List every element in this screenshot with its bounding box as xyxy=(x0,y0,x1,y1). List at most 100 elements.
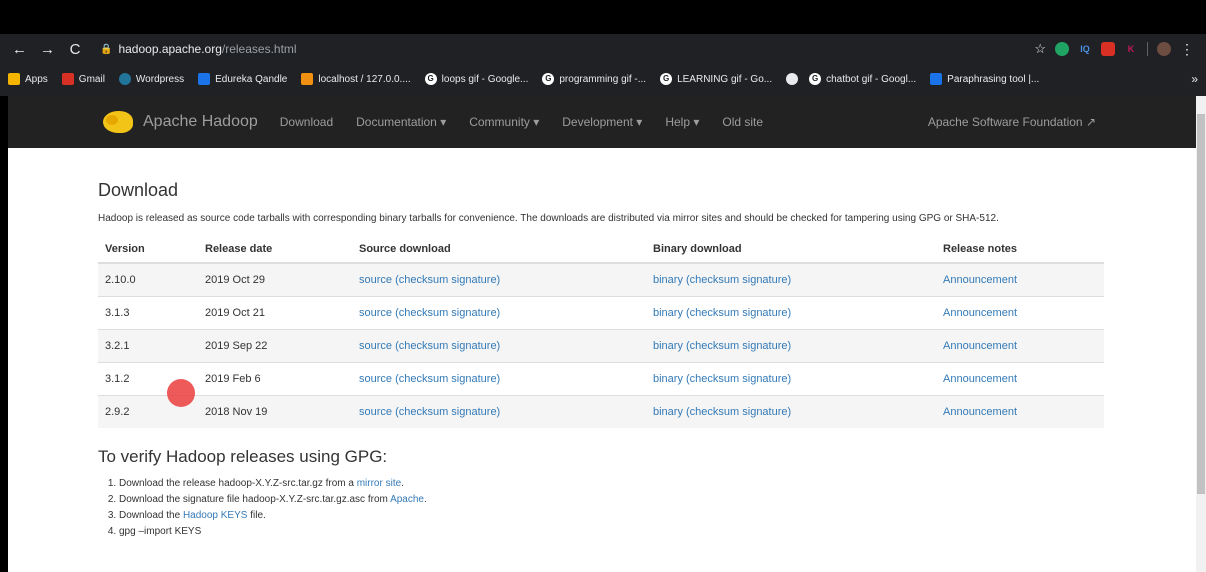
cell-source: source (checksum signature) xyxy=(352,394,646,428)
hadoop-elephant-icon xyxy=(103,111,133,133)
bookmark-programming-gif[interactable]: Gprogramming gif -... xyxy=(542,73,646,85)
step-text: Download the xyxy=(119,510,183,521)
bookmark-label: LEARNING gif - Go... xyxy=(677,73,773,85)
bookmark-wordpress[interactable]: Wordpress xyxy=(118,73,185,85)
star-icon[interactable]: ☆ xyxy=(1034,41,1046,57)
extension-k-icon[interactable]: K xyxy=(1124,42,1138,56)
brand-name: Apache Hadoop xyxy=(143,113,258,130)
back-arrow-icon[interactable]: ← xyxy=(12,41,27,58)
verify-heading: To verify Hadoop releases using GPG: xyxy=(98,447,388,466)
col-release-date: Release date xyxy=(198,235,352,264)
site-logo[interactable]: Apache Hadoop xyxy=(103,111,258,133)
extension-green-icon[interactable] xyxy=(1055,42,1069,56)
cell-notes: Announcement xyxy=(936,262,1104,296)
binary-link[interactable]: binary (checksum signature) xyxy=(653,307,791,319)
announcement-link[interactable]: Announcement xyxy=(943,373,1017,385)
cell-notes: Announcement xyxy=(936,295,1104,329)
cell-binary: binary (checksum signature) xyxy=(646,262,936,296)
source-link[interactable]: source (checksum signature) xyxy=(359,373,500,385)
apache-link[interactable]: Apache xyxy=(390,494,424,505)
cell-version: 3.2.1 xyxy=(98,328,198,362)
source-link[interactable]: source (checksum signature) xyxy=(359,307,500,319)
google-icon: G xyxy=(660,73,673,85)
list-item: Download the signature file hadoop-X.Y.Z… xyxy=(119,492,1114,508)
source-link[interactable]: source (checksum signature) xyxy=(359,274,500,286)
wordpress-icon xyxy=(118,73,131,85)
binary-link[interactable]: binary (checksum signature) xyxy=(653,274,791,286)
list-item: Download the release hadoop-X.Y.Z-src.ta… xyxy=(119,476,1114,492)
table-row: 3.2.1 2019 Sep 22 source (checksum signa… xyxy=(98,328,1104,362)
bookmarks-bar: Apps Gmail Wordpress Edureka Qandle loca… xyxy=(0,64,1206,94)
verify-steps: Download the release hadoop-X.Y.Z-src.ta… xyxy=(119,476,1114,540)
lock-icon: 🔒 xyxy=(100,43,113,55)
cell-date: 2018 Nov 19 xyxy=(198,394,352,428)
nav-download[interactable]: Download xyxy=(280,115,333,129)
col-binary: Binary download xyxy=(646,235,936,264)
step-text: file. xyxy=(247,510,266,521)
external-link-icon: ↗ xyxy=(1085,115,1096,129)
nav-development[interactable]: Development ▾ xyxy=(562,115,642,129)
bookmark-label: Apps xyxy=(25,73,48,85)
cell-binary: binary (checksum signature) xyxy=(646,361,936,395)
cell-source: source (checksum signature) xyxy=(352,328,646,362)
forward-arrow-icon[interactable]: → xyxy=(40,41,55,58)
announcement-link[interactable]: Announcement xyxy=(943,340,1017,352)
qandle-icon xyxy=(198,73,211,85)
source-link[interactable]: source (checksum signature) xyxy=(359,406,500,418)
table-row: 3.1.3 2019 Oct 21 source (checksum signa… xyxy=(98,295,1104,329)
menu-kebab-icon[interactable]: ⋮ xyxy=(1180,41,1194,58)
page-scrollbar[interactable] xyxy=(1196,96,1206,572)
bookmark-gmail[interactable]: Gmail xyxy=(61,73,105,85)
bookmark-label: Edureka Qandle xyxy=(215,73,288,85)
profile-avatar[interactable] xyxy=(1157,42,1171,56)
binary-link[interactable]: binary (checksum signature) xyxy=(653,340,791,352)
cursor-highlight xyxy=(167,379,195,407)
binary-link[interactable]: binary (checksum signature) xyxy=(653,406,791,418)
bookmark-label: localhost / 127.0.0.... xyxy=(318,73,411,85)
extension-iq-icon[interactable]: IQ xyxy=(1078,42,1092,56)
source-link[interactable]: source (checksum signature) xyxy=(359,340,500,352)
cell-notes: Announcement xyxy=(936,361,1104,395)
nav-documentation[interactable]: Documentation ▾ xyxy=(356,115,446,129)
extension-red-icon[interactable] xyxy=(1101,42,1115,56)
bookmark-learning-gif[interactable]: G LEARNING gif - Go... xyxy=(660,73,772,85)
url-path: /releases.html xyxy=(221,42,297,56)
reload-icon[interactable]: C xyxy=(68,41,82,58)
bookmark-loops-gif[interactable]: Gloops gif - Google... xyxy=(424,73,529,85)
bookmark-paraphrasing[interactable]: Paraphrasing tool |... xyxy=(930,73,1039,85)
bookmark-label: loops gif - Google... xyxy=(441,73,529,85)
cell-version: 2.10.0 xyxy=(98,262,198,296)
intro-text: Hadoop is released as source code tarbal… xyxy=(98,213,999,224)
google-icon: G xyxy=(809,73,822,85)
hadoop-keys-link[interactable]: Hadoop KEYS xyxy=(183,510,248,521)
bookmark-chatbot-gif[interactable]: Gchatbot gif - Googl... xyxy=(809,73,916,85)
scrollbar-thumb[interactable] xyxy=(1197,114,1205,494)
google-icon: G xyxy=(424,73,437,85)
toolbar-divider xyxy=(1147,42,1148,56)
mirror-site-link[interactable]: mirror site xyxy=(357,478,401,489)
bookmark-label: chatbot gif - Googl... xyxy=(826,73,917,85)
address-bar[interactable]: 🔒 hadoop.apache.org/releases.html xyxy=(100,42,297,56)
announcement-link[interactable]: Announcement xyxy=(943,406,1017,418)
cell-date: 2019 Oct 21 xyxy=(198,295,352,329)
bookmark-localhost[interactable]: localhost / 127.0.0.... xyxy=(301,73,411,85)
nav-community[interactable]: Community ▾ xyxy=(469,115,539,129)
bookmark-apps[interactable]: Apps xyxy=(8,73,48,85)
more-bookmarks-icon[interactable]: » xyxy=(1191,72,1198,86)
bookmark-label: Wordpress xyxy=(135,73,185,85)
address-row: ← → C 🔒 hadoop.apache.org/releases.html … xyxy=(0,34,1206,64)
nav-help[interactable]: Help ▾ xyxy=(665,115,699,129)
bookmark-edureka[interactable]: Edureka Qandle xyxy=(198,73,287,85)
col-source: Source download xyxy=(352,235,646,264)
asf-label: Apache Software Foundation xyxy=(927,115,1083,129)
nav-old-site[interactable]: Old site xyxy=(722,115,763,129)
announcement-link[interactable]: Announcement xyxy=(943,274,1017,286)
binary-link[interactable]: binary (checksum signature) xyxy=(653,373,791,385)
cell-date: 2019 Feb 6 xyxy=(198,361,352,395)
bookmark-globe[interactable] xyxy=(786,73,803,85)
table-header-row: Version Release date Source download Bin… xyxy=(98,235,1104,264)
paraphrasing-icon xyxy=(930,73,943,85)
nav-asf-link[interactable]: Apache Software Foundation ↗ xyxy=(928,115,1096,129)
announcement-link[interactable]: Announcement xyxy=(943,307,1017,319)
google-icon: G xyxy=(542,73,555,85)
